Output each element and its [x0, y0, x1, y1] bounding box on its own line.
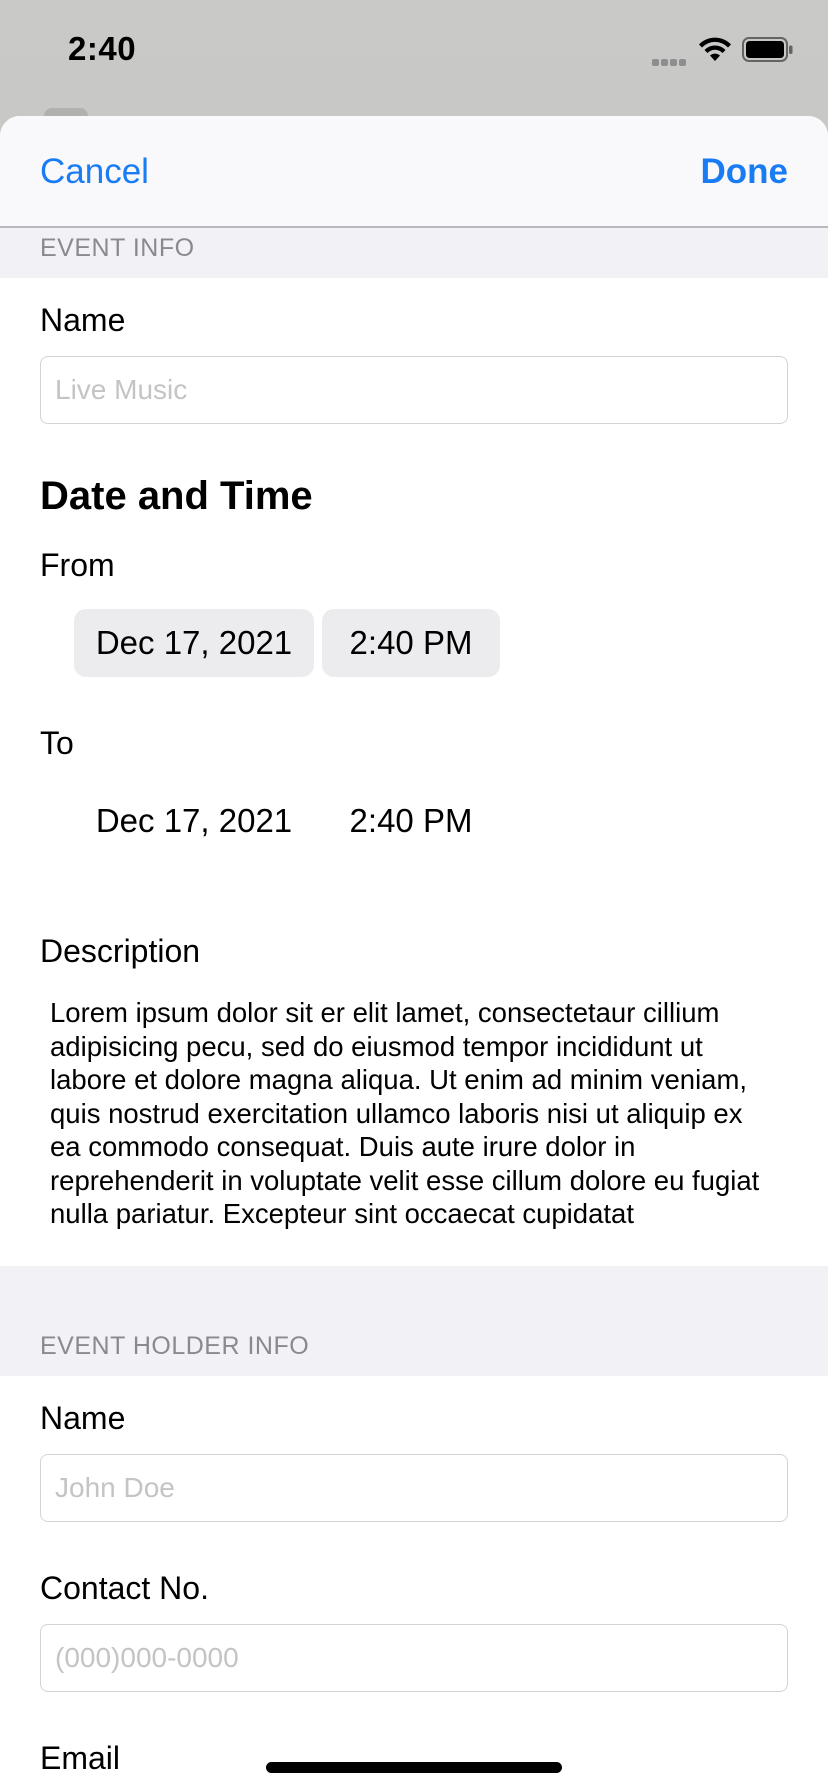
- background-avatar: [44, 108, 88, 116]
- done-button[interactable]: Done: [701, 152, 789, 192]
- screen: 2:40 Cancel Done EVENT INFO Name Live Mu…: [0, 0, 828, 1792]
- from-picker-row: Dec 17, 2021 2:40 PM: [0, 609, 828, 677]
- holder-name-label: Name: [40, 1400, 126, 1436]
- contact-field[interactable]: [40, 1624, 788, 1692]
- event-name-label: Name: [40, 302, 126, 338]
- description-label: Description: [40, 933, 201, 969]
- to-date-picker[interactable]: Dec 17, 2021: [74, 787, 314, 855]
- sheet-nav-bar: Cancel Done: [0, 116, 828, 228]
- section-header-label: EVENT INFO: [40, 234, 195, 262]
- home-indicator[interactable]: [266, 1762, 562, 1773]
- from-label: From: [40, 547, 115, 583]
- battery-icon: [742, 37, 794, 68]
- to-time-picker[interactable]: 2:40 PM: [322, 787, 500, 855]
- cellular-signal-icon: [652, 53, 688, 71]
- description-text-view[interactable]: Lorem ipsum dolor sit er elit lamet, con…: [50, 996, 780, 1236]
- date-time-title: Date and Time: [40, 474, 313, 518]
- from-time-picker[interactable]: 2:40 PM: [322, 609, 500, 677]
- to-picker-row: Dec 17, 2021 2:40 PM: [0, 787, 828, 855]
- status-time: 2:40: [68, 30, 137, 67]
- contact-label: Contact No.: [40, 1570, 209, 1606]
- wifi-icon: [698, 36, 732, 67]
- to-label: To: [40, 725, 74, 761]
- event-name-field[interactable]: [40, 356, 788, 424]
- new-event-sheet: Cancel Done EVENT INFO Name Date and Tim…: [0, 116, 828, 1792]
- holder-name-field[interactable]: [40, 1454, 788, 1522]
- from-date-picker[interactable]: Dec 17, 2021: [74, 609, 314, 677]
- section-header-label: EVENT HOLDER INFO: [40, 1332, 310, 1360]
- cancel-button[interactable]: Cancel: [40, 152, 149, 192]
- section-header-event-holder-info: EVENT HOLDER INFO: [0, 1266, 828, 1376]
- section-header-event-info: EVENT INFO: [0, 228, 828, 278]
- status-bar: 2:40: [0, 0, 828, 110]
